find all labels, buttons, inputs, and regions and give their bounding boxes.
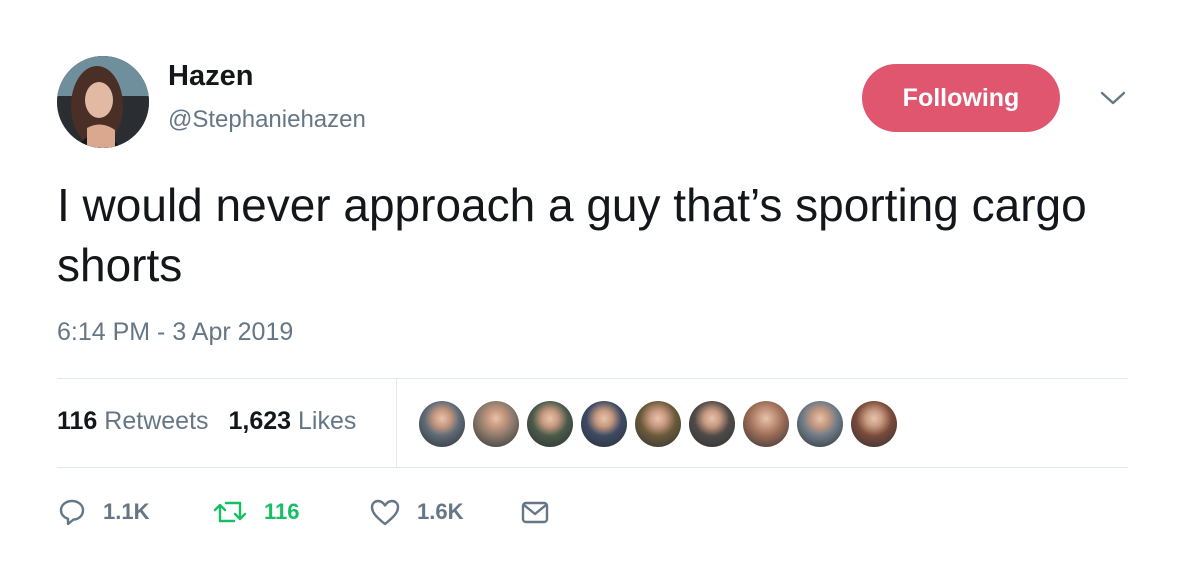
retweets-label: Retweets xyxy=(104,407,209,435)
reply-count: 1.1K xyxy=(103,499,150,524)
liker-avatar[interactable] xyxy=(581,401,627,447)
liker-avatars xyxy=(419,401,905,447)
like-count: 1.6K xyxy=(417,499,464,524)
liker-avatar[interactable] xyxy=(527,401,573,447)
likes-count: 1,623 xyxy=(228,407,292,435)
author-avatar[interactable] xyxy=(57,56,149,148)
liker-avatar[interactable] xyxy=(419,401,465,447)
following-button[interactable]: Following xyxy=(862,64,1060,132)
tweet-stats: 116 Retweets 1,623 Likes xyxy=(57,407,356,436)
divider xyxy=(57,378,1128,379)
retweets-stat[interactable]: 116 Retweets xyxy=(57,407,209,435)
tweet-timestamp[interactable]: 6:14 PM - 3 Apr 2019 xyxy=(57,318,293,347)
retweet-button[interactable]: 116 xyxy=(212,497,300,527)
tweet-text: I would never approach a guy that’s spor… xyxy=(57,179,1087,291)
retweet-icon xyxy=(213,501,247,523)
divider xyxy=(396,378,397,467)
heart-icon xyxy=(370,499,400,526)
author-name[interactable]: Hazen xyxy=(168,60,253,93)
divider xyxy=(57,467,1128,468)
liker-avatar[interactable] xyxy=(689,401,735,447)
liker-avatar[interactable] xyxy=(851,401,897,447)
liker-avatar[interactable] xyxy=(743,401,789,447)
envelope-icon xyxy=(521,501,549,524)
chevron-down-icon[interactable] xyxy=(1098,88,1128,108)
reply-icon xyxy=(59,499,85,526)
action-bar: 1.1K 116 1.6K xyxy=(57,492,549,532)
liker-avatar[interactable] xyxy=(797,401,843,447)
likes-stat[interactable]: 1,623 Likes xyxy=(229,407,357,435)
reply-button[interactable]: 1.1K xyxy=(57,497,207,527)
likes-label: Likes xyxy=(298,407,357,435)
liker-avatar[interactable] xyxy=(473,401,519,447)
retweets-count: 116 xyxy=(57,407,98,435)
like-button[interactable]: 1.6K xyxy=(369,497,463,527)
liker-avatar[interactable] xyxy=(635,401,681,447)
author-handle[interactable]: @Stephaniehazen xyxy=(168,106,366,134)
retweet-count: 116 xyxy=(264,499,300,524)
direct-message-button[interactable] xyxy=(520,497,550,527)
